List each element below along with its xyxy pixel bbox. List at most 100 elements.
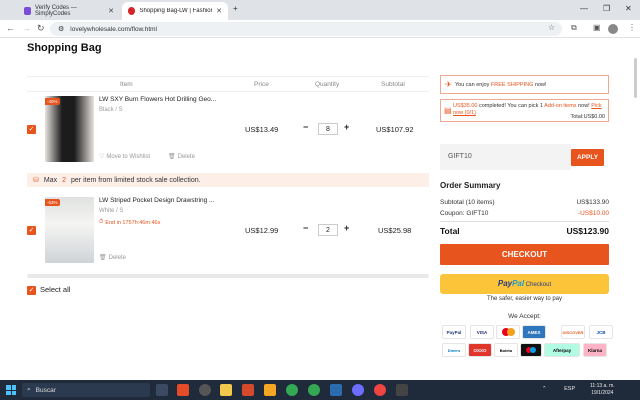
menu-kebab-icon[interactable]: ⋮ — [628, 23, 636, 32]
subtotal-row: Subtotal (10 items) US$133.90 — [440, 199, 609, 206]
item-2-checkbox[interactable]: ✓ — [27, 226, 36, 235]
discount-badge: -63% — [45, 199, 60, 206]
bookmark-star-icon[interactable]: ☆ — [548, 23, 555, 32]
tab-verify-codes[interactable]: Verify Codes — SimplyCodes ✕ — [18, 2, 120, 20]
close-tab-icon[interactable]: ✕ — [216, 7, 222, 15]
product-1-subtotal: US$107.92 — [376, 125, 414, 134]
product-2-image[interactable]: -63% — [45, 197, 94, 263]
discount-badge: -40% — [45, 98, 60, 105]
checkout-button[interactable]: CHECKOUT — [440, 244, 609, 265]
app-icon[interactable] — [330, 384, 342, 396]
qty-increase-button[interactable]: + — [344, 122, 349, 132]
product-1-variant[interactable]: Black / S — [99, 107, 123, 113]
product-2-qty-input[interactable]: 2 — [318, 224, 338, 236]
product-1-name[interactable]: LW SXY Burn Flowers Hot Drilling Geo... — [99, 96, 216, 103]
page-title: Shopping Bag — [27, 42, 102, 54]
app-icon[interactable] — [352, 384, 364, 396]
select-all-checkbox[interactable]: ✓ — [27, 286, 36, 295]
chrome-icon[interactable] — [374, 384, 386, 396]
new-tab-icon[interactable]: + — [233, 4, 238, 13]
mastercard-logo-icon — [496, 325, 520, 339]
boleto-logo-icon: Boleto — [494, 343, 518, 357]
clock-icon: ⏱ — [99, 219, 104, 225]
paypal-logo-icon: PayPal — [442, 325, 466, 339]
tab-shopping-bag[interactable]: Shopping Bag-LW | Fashion Onl ✕ — [122, 2, 228, 20]
gift-icon: ▤ — [444, 106, 452, 115]
site-info-icon[interactable]: ⚙ — [58, 25, 64, 33]
afterpay-logo-icon: Afterpay — [544, 343, 580, 357]
extensions-icon[interactable]: ⧉ — [571, 23, 577, 33]
browser-toolbar: ← → ↻ ⚙ lovelywholesale.com/flow.html ☆ … — [0, 20, 640, 38]
delete-item-2-link[interactable]: 🗑 Delete — [99, 254, 126, 262]
windows-start-icon[interactable] — [6, 385, 16, 395]
horizontal-scrollbar[interactable] — [27, 274, 429, 278]
amex-logo-icon: AMEX — [522, 325, 546, 339]
app-icon[interactable] — [242, 384, 254, 396]
addon-items-link[interactable]: Add-on items — [544, 103, 576, 109]
back-icon[interactable]: ← — [6, 23, 15, 33]
header-price: Price — [254, 81, 269, 88]
reload-icon[interactable]: ↻ — [37, 23, 45, 34]
close-tab-icon[interactable]: ✕ — [108, 7, 114, 15]
divider — [440, 221, 609, 222]
coupon-row: Coupon: GIFT10 -US$10.00 — [440, 210, 609, 217]
delete-item-1-link[interactable]: 🗑 Delete — [168, 153, 195, 161]
oxxo-logo-icon: OXXO — [468, 343, 492, 357]
header-item: Item — [120, 81, 133, 88]
diners-club-logo-icon: Diners — [442, 343, 466, 357]
header-quantity: Quantity — [315, 81, 340, 88]
taskbar-search[interactable]: ⌕ Buscar — [22, 383, 150, 397]
addon-promo-banner: ▤ US$35.00 completed! You can pick 1 Add… — [440, 99, 609, 122]
app-icon[interactable] — [396, 384, 408, 396]
trash-icon: 🗑 — [99, 255, 107, 261]
total-row: Total US$123.90 — [440, 226, 609, 236]
close-window-icon[interactable]: ✕ — [625, 4, 632, 13]
product-2-variant[interactable]: White / S — [99, 208, 123, 214]
free-shipping-banner: ✈ You can enjoy FREE SHIPPING now! — [440, 75, 609, 94]
product-1-qty-input[interactable]: 8 — [318, 123, 338, 135]
app-icon[interactable] — [177, 384, 189, 396]
discover-logo-icon: DISCOVER — [561, 325, 585, 339]
taskbar-clock[interactable]: 11:13 a. m. 19/1/2024 — [590, 383, 615, 397]
simplycodes-icon — [24, 7, 32, 15]
jcb-logo-icon: JCB — [589, 325, 613, 339]
product-1-price: US$13.49 — [245, 125, 279, 134]
chrome-icon[interactable] — [308, 384, 320, 396]
system-tray[interactable]: ⌃ ESP — [542, 386, 575, 392]
search-icon: ⌕ — [27, 386, 31, 393]
qty-decrease-button[interactable]: − — [303, 223, 308, 233]
sidebar-icon[interactable]: ▣ — [593, 23, 601, 32]
task-view-icon[interactable] — [156, 384, 168, 396]
trash-icon: 🗑 — [168, 154, 176, 160]
paypal-tagline: The safer, easier way to pay — [486, 296, 563, 302]
item-1-checkbox[interactable]: ✓ — [27, 125, 36, 134]
limited-stock-notice: ⛁ Max 2 per item from limited stock sale… — [27, 173, 429, 187]
product-1-image[interactable]: -40% — [45, 96, 94, 162]
forward-icon[interactable]: → — [22, 23, 31, 33]
apply-coupon-button[interactable]: APPLY — [571, 149, 604, 166]
app-icon[interactable] — [264, 384, 276, 396]
select-all-label[interactable]: Select all — [40, 285, 70, 294]
move-to-wishlist-link[interactable]: ♡ Move to Wishlist — [99, 153, 150, 161]
chevron-up-icon: ⌃ — [542, 386, 547, 392]
coupon-input[interactable]: GIFT10 — [440, 144, 571, 170]
chrome-icon[interactable] — [286, 384, 298, 396]
windows-taskbar: ⌕ Buscar ⌃ ESP 11:13 a. m. 19/1/2024 — [0, 380, 640, 400]
maestro-logo-icon — [520, 343, 542, 357]
visa-logo-icon: VISA — [470, 325, 494, 339]
paypal-checkout-button[interactable]: PayPal Checkout — [440, 274, 609, 294]
we-accept-label: We Accept: — [508, 313, 541, 320]
restore-icon[interactable]: ❐ — [603, 4, 610, 13]
product-2-name[interactable]: LW Striped Pocket Design Drawstring ... — [99, 197, 214, 204]
truck-icon: ✈ — [445, 80, 452, 89]
file-explorer-icon[interactable] — [220, 384, 232, 396]
page-content: Shopping Bag Item Price Quantity Subtota… — [0, 38, 640, 380]
qty-decrease-button[interactable]: − — [303, 122, 308, 132]
vertical-scrollbar[interactable] — [634, 58, 637, 98]
addon-total: Total:US$0.00 — [570, 114, 605, 120]
profile-avatar-icon[interactable] — [608, 24, 618, 34]
qty-increase-button[interactable]: + — [344, 223, 349, 233]
minimize-icon[interactable]: — — [580, 4, 588, 13]
address-bar[interactable]: ⚙ lovelywholesale.com/flow.html — [50, 22, 562, 36]
app-icon[interactable] — [199, 384, 211, 396]
